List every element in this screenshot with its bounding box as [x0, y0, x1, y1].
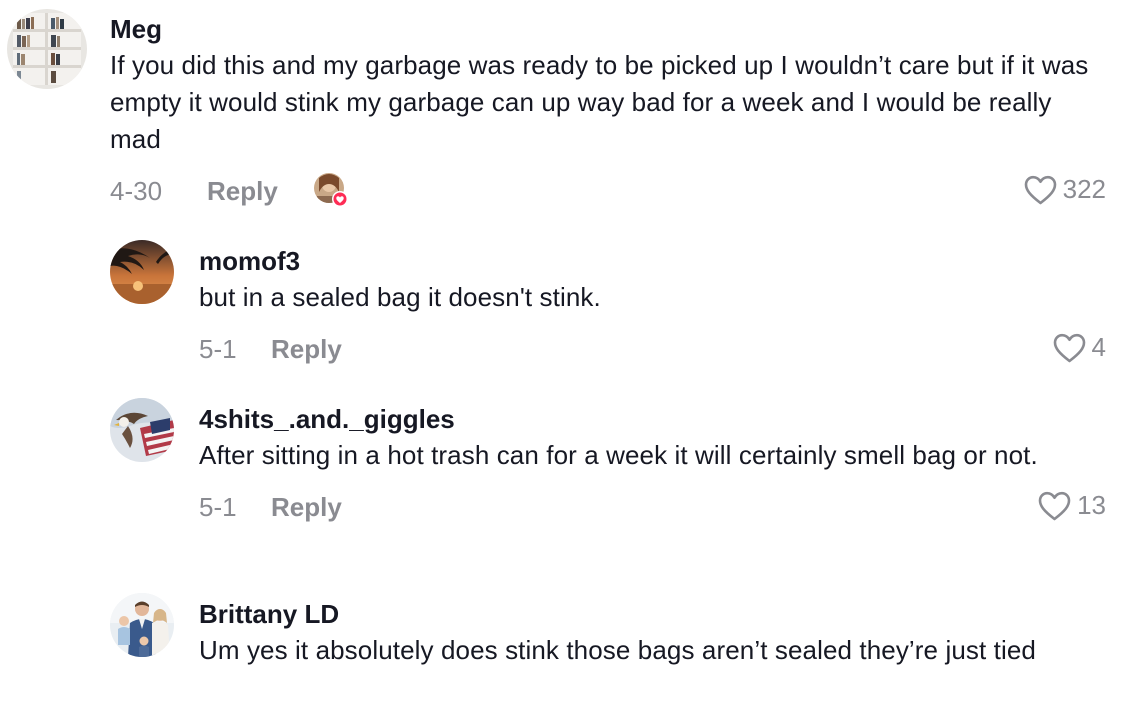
- avatar-bookshelf-image: [7, 9, 87, 89]
- comment-username[interactable]: Brittany LD: [199, 598, 1106, 630]
- comment-body: 4shits_.and._giggles After sitting in a …: [199, 403, 1106, 528]
- heart-outline-icon[interactable]: [1053, 333, 1086, 363]
- comment-username[interactable]: momof3: [199, 245, 1106, 277]
- comment-body: Brittany LD Um yes it absolutely does st…: [199, 598, 1106, 669]
- comment-text: After sitting in a hot trash can for a w…: [199, 440, 1038, 470]
- like-button[interactable]: 322: [1024, 174, 1106, 205]
- reply-button[interactable]: Reply: [207, 176, 278, 207]
- comment-date: 5-1: [199, 334, 237, 364]
- avatar[interactable]: [110, 240, 174, 304]
- comment-date: 5-1: [199, 492, 237, 522]
- avatar[interactable]: [110, 593, 174, 657]
- comment-username[interactable]: 4shits_.and._giggles: [199, 403, 1106, 435]
- like-count: 322: [1062, 174, 1106, 204]
- reply-button[interactable]: Reply: [271, 492, 342, 523]
- comment-meta: 5-1 Reply 13: [199, 488, 1106, 528]
- comment-text: but in a sealed bag it doesn't stink.: [199, 282, 601, 312]
- like-button[interactable]: 13: [1038, 490, 1106, 521]
- comment-text: If you did this and my garbage was ready…: [110, 50, 1089, 154]
- creator-avatar-icon: [314, 173, 348, 207]
- creator-liked-badge: [313, 172, 348, 207]
- avatar-family-photo-image: [110, 593, 174, 657]
- comment-text: Um yes it absolutely does stink those ba…: [199, 635, 1036, 665]
- avatar-eagle-flag-image: [110, 398, 174, 462]
- heart-outline-icon[interactable]: [1024, 175, 1057, 205]
- like-count: 4: [1091, 332, 1106, 362]
- like-button[interactable]: 4: [1053, 332, 1106, 363]
- like-count: 13: [1077, 490, 1106, 520]
- reply-button[interactable]: Reply: [271, 334, 342, 365]
- heart-outline-icon[interactable]: [1038, 491, 1071, 521]
- comment-username[interactable]: Meg: [110, 13, 1106, 45]
- comment-meta: 5-1 Reply 4: [199, 330, 1106, 370]
- comment-body: Meg If you did this and my garbage was r…: [110, 13, 1106, 212]
- comment-meta: 4-30 Reply 322: [110, 172, 1106, 212]
- comment-date: 4-30: [110, 176, 163, 206]
- avatar-sunset-image: [110, 240, 174, 304]
- avatar[interactable]: [110, 398, 174, 462]
- comment-body: momof3 but in a sealed bag it doesn't st…: [199, 245, 1106, 370]
- avatar[interactable]: [7, 9, 87, 89]
